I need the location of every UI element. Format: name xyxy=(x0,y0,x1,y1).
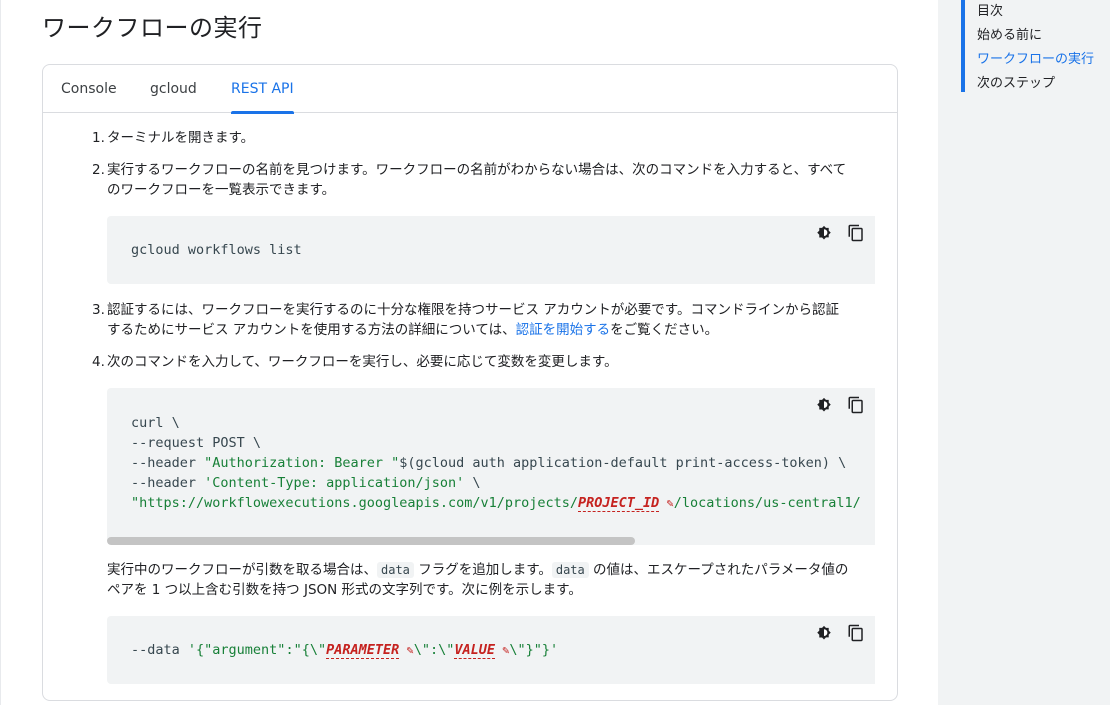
code-block-data: --data '{"argument":"{\"PARAMETER ✎\":\"… xyxy=(107,616,875,684)
code-text: --data xyxy=(131,642,188,658)
code-block-list: gcloud workflows list xyxy=(107,216,875,284)
inline-code: data xyxy=(551,562,589,578)
paragraph-text: 実行中のワークフローが引数を取る場合は、 xyxy=(107,562,377,578)
code-text: --header xyxy=(131,455,205,471)
code-actions xyxy=(813,222,867,244)
toc-item-next-steps[interactable]: 次のステップ xyxy=(977,72,1094,96)
step-text-line: 実行するワークフローの名前を見つけます。ワークフローの名前がわからない場合は、次… xyxy=(107,162,847,178)
paragraph-text: の値は、エスケープされたパラメータ値の xyxy=(588,562,849,578)
auth-link[interactable]: 認証を開始する xyxy=(516,322,611,338)
step-number: 4. xyxy=(92,354,105,370)
step-text-line: するためにサービス アカウントを使用する方法の詳細については、認証を開始するをご… xyxy=(107,320,887,340)
step-1: 1. ターミナルを開きます。 xyxy=(92,128,255,148)
placeholder-value[interactable]: VALUE xyxy=(454,642,495,659)
step-text: 次のコマンドを入力して、ワークフローを実行し、必要に応じて変数を変更します。 xyxy=(107,354,618,370)
code-block-curl: curl \ --request POST \ --header "Author… xyxy=(107,388,875,545)
step-number: 1. xyxy=(92,130,105,146)
tab-console[interactable]: Console xyxy=(61,65,117,113)
code-content: curl \ --request POST \ --header "Author… xyxy=(131,413,861,513)
code-string: "Authorization: Bearer " xyxy=(204,455,400,471)
step-text-line: 認証するには、ワークフローを実行するのに十分な権限を持つサービス アカウントが必… xyxy=(107,302,839,318)
code-string: 'Content-Type: application/json' xyxy=(204,475,465,491)
table-of-contents: 目次 始める前に ワークフローの実行 次のステップ xyxy=(961,0,1094,92)
args-paragraph: 実行中のワークフローが引数を取る場合は、 data フラグを追加します。 data … xyxy=(107,560,897,600)
step-4: 4. 次のコマンドを入力して、ワークフローを実行し、必要に応じて変数を変更します… xyxy=(92,352,618,372)
code-text: \ xyxy=(464,475,481,491)
code-actions xyxy=(813,622,867,644)
tabbed-card: Console gcloud REST API 1. ターミナルを開きます。 2… xyxy=(42,64,898,701)
inline-code: data xyxy=(377,562,414,578)
paragraph-text: フラグを追加します。 xyxy=(413,562,552,578)
step-3: 3. 認証するには、ワークフローを実行するのに十分な権限を持つサービス アカウン… xyxy=(92,300,887,340)
step-number: 2. xyxy=(92,162,105,178)
code-line: gcloud workflows list xyxy=(131,242,302,258)
edit-pencil-icon[interactable]: ✎ xyxy=(495,643,509,657)
step-text: をご覧ください。 xyxy=(610,322,719,338)
tab-bar: Console gcloud REST API xyxy=(43,65,897,114)
code-string: \":\" xyxy=(413,642,455,658)
code-string: "https://workflowexecutions.googleapis.c… xyxy=(131,495,579,511)
code-content: --data '{"argument":"{\"PARAMETER ✎\":\"… xyxy=(131,640,558,660)
copy-icon[interactable] xyxy=(845,622,867,644)
toc-item-before-you-begin[interactable]: 始める前に xyxy=(977,24,1094,48)
toc-title: 目次 xyxy=(977,4,1004,19)
tab-gcloud[interactable]: gcloud xyxy=(150,65,197,113)
main-content: ワークフローの実行 Console gcloud REST API 1. ターミ… xyxy=(0,0,938,705)
theme-toggle-icon[interactable] xyxy=(813,222,835,244)
toc-item-execute-workflow[interactable]: ワークフローの実行 xyxy=(977,48,1094,72)
step-2: 2. 実行するワークフローの名前を見つけます。ワークフローの名前がわからない場合… xyxy=(92,160,887,200)
step-text: ターミナルを開きます。 xyxy=(107,130,255,146)
horizontal-scrollbar[interactable] xyxy=(107,537,635,545)
tab-rest-api[interactable]: REST API xyxy=(231,65,294,114)
placeholder-project-id[interactable]: PROJECT_ID xyxy=(578,495,660,512)
edit-pencil-icon[interactable]: ✎ xyxy=(659,496,674,510)
code-text: --header xyxy=(131,475,205,491)
toc-sidebar: 目次 始める前に ワークフローの実行 次のステップ xyxy=(938,0,1110,705)
code-string: '{"argument":"{\" xyxy=(187,642,327,658)
step-number: 3. xyxy=(92,302,105,318)
code-string: \"}"}' xyxy=(509,642,559,658)
step-text-line: のワークフローを一覧表示できます。 xyxy=(107,182,336,198)
paragraph-line: 実行中のワークフローが引数を取る場合は、 data フラグを追加します。 data … xyxy=(107,560,897,580)
code-line: --request POST \ xyxy=(131,435,262,451)
edit-pencil-icon[interactable]: ✎ xyxy=(399,643,413,657)
code-line: curl \ xyxy=(131,415,180,431)
theme-toggle-icon[interactable] xyxy=(813,622,835,644)
step-text: するためにサービス アカウントを使用する方法の詳細については、 xyxy=(107,322,516,338)
code-string: /locations/us-central1/ xyxy=(673,495,861,511)
code-text: $(gcloud auth application-default print-… xyxy=(399,455,847,471)
page-title: ワークフローの実行 xyxy=(42,14,263,42)
paragraph-line: ペアを 1 つ以上含む引数を持つ JSON 形式の文字列です。次に例を示します。 xyxy=(107,582,582,598)
copy-icon[interactable] xyxy=(845,222,867,244)
placeholder-parameter[interactable]: PARAMETER xyxy=(326,642,400,659)
